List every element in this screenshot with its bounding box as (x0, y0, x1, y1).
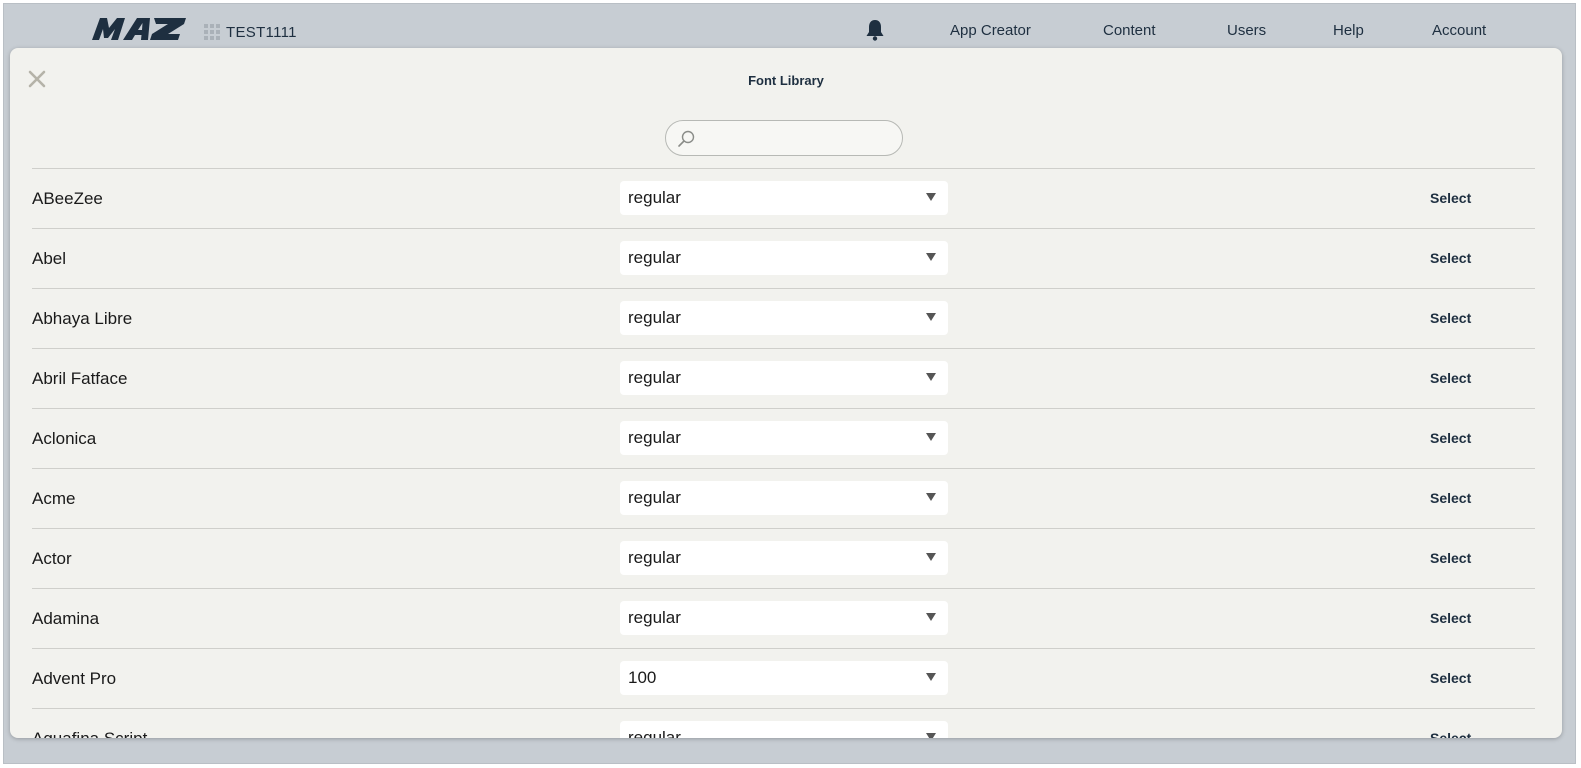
search-input[interactable] (702, 127, 896, 151)
app-window: TEST1111 App Creator Content Users Help … (3, 3, 1576, 764)
font-name: ABeeZee (32, 189, 103, 208)
variant-value: regular (628, 368, 681, 387)
font-name: Aclonica (32, 429, 97, 448)
chevron-down-icon (926, 373, 936, 381)
modal-title: Font Library (748, 73, 824, 88)
nav-app-creator[interactable]: App Creator (950, 22, 1031, 39)
select-button[interactable]: Select (1430, 730, 1471, 738)
font-library-modal: Font Library ABeeZee regular Select Abel (10, 48, 1562, 738)
variant-select[interactable]: regular (620, 541, 948, 575)
variant-select[interactable]: regular (620, 301, 948, 335)
variant-select[interactable]: regular (620, 361, 948, 395)
chevron-down-icon (926, 553, 936, 561)
bell-icon[interactable] (864, 18, 886, 42)
variant-value: regular (628, 548, 681, 567)
font-row: Advent Pro 100 Select (32, 648, 1535, 708)
font-row: Adamina regular Select (32, 588, 1535, 648)
font-name: Abril Fatface (32, 369, 128, 388)
select-button[interactable]: Select (1430, 550, 1471, 566)
apps-grid-icon[interactable] (204, 24, 220, 40)
font-row: Acme regular Select (32, 468, 1535, 528)
select-button[interactable]: Select (1430, 190, 1471, 206)
font-name: Aguafina Script (32, 729, 147, 738)
font-list: ABeeZee regular Select Abel regular Sele… (32, 168, 1535, 738)
variant-value: regular (628, 488, 681, 507)
font-row: Abel regular Select (32, 228, 1535, 288)
variant-select[interactable]: regular (620, 241, 948, 275)
variant-value: regular (628, 308, 681, 327)
nav-content[interactable]: Content (1103, 22, 1156, 39)
variant-value: regular (628, 608, 681, 627)
font-name: Actor (32, 549, 72, 568)
select-button[interactable]: Select (1430, 490, 1471, 506)
nav-help[interactable]: Help (1333, 22, 1364, 39)
font-row: Actor regular Select (32, 528, 1535, 588)
font-name: Advent Pro (32, 669, 117, 688)
variant-value: 100 (628, 668, 657, 687)
chevron-down-icon (926, 613, 936, 621)
variant-select[interactable]: regular (620, 421, 948, 455)
font-row: Abhaya Libre regular Select (32, 288, 1535, 348)
chevron-down-icon (926, 313, 936, 321)
maz-logo[interactable] (90, 16, 190, 42)
font-name: Adamina (32, 609, 100, 628)
chevron-down-icon (926, 193, 936, 201)
font-row: Aclonica regular Select (32, 408, 1535, 468)
font-name: Acme (32, 489, 76, 508)
font-name: Abel (32, 249, 67, 268)
nav-account[interactable]: Account (1432, 22, 1486, 39)
variant-value: regular (628, 428, 681, 447)
app-name: TEST1111 (226, 24, 297, 41)
search-icon (678, 130, 695, 147)
variant-value: regular (628, 188, 681, 207)
variant-value: regular (628, 248, 681, 267)
font-row: Abril Fatface regular Select (32, 348, 1535, 408)
chevron-down-icon (926, 673, 936, 681)
search-box[interactable] (665, 120, 903, 156)
chevron-down-icon (926, 733, 936, 738)
variant-select[interactable]: regular (620, 721, 948, 738)
chevron-down-icon (926, 253, 936, 261)
variant-select[interactable]: regular (620, 181, 948, 215)
chevron-down-icon (926, 433, 936, 441)
chevron-down-icon (926, 493, 936, 501)
top-bar: TEST1111 App Creator Content Users Help … (4, 4, 1575, 50)
font-row: ABeeZee regular Select (32, 168, 1535, 228)
select-button[interactable]: Select (1430, 310, 1471, 326)
select-button[interactable]: Select (1430, 610, 1471, 626)
variant-select[interactable]: regular (620, 601, 948, 635)
variant-value: regular (628, 728, 681, 738)
select-button[interactable]: Select (1430, 370, 1471, 386)
nav-users[interactable]: Users (1227, 22, 1266, 39)
font-name: Abhaya Libre (32, 309, 133, 328)
variant-select[interactable]: regular (620, 481, 948, 515)
select-button[interactable]: Select (1430, 430, 1471, 446)
variant-select[interactable]: 100 (620, 661, 948, 695)
select-button[interactable]: Select (1430, 670, 1471, 686)
font-row: Aguafina Script regular Select (32, 708, 1535, 738)
select-button[interactable]: Select (1430, 250, 1471, 266)
